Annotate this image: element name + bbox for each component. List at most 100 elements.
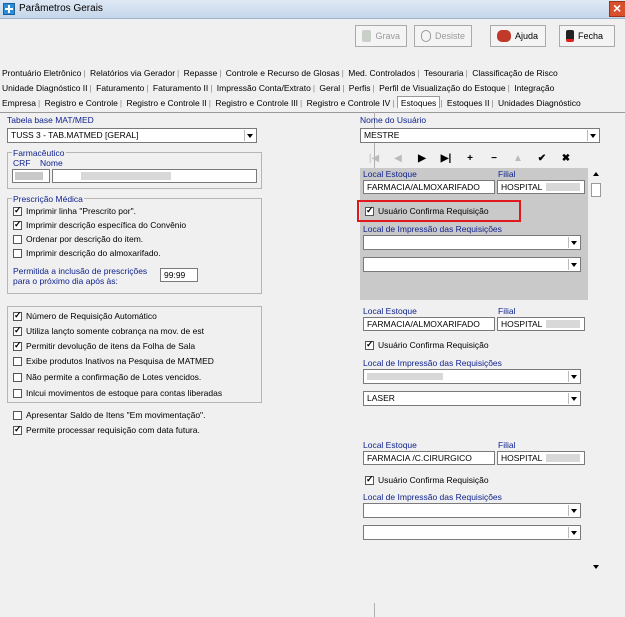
first-record-icon[interactable]: |◀	[362, 153, 386, 164]
ajuda-button[interactable]: Ajuda	[490, 25, 546, 47]
last-record-icon[interactable]: ▶|	[434, 153, 458, 164]
local-estoque-field[interactable]: FARMACIA /C.CIRURGICO	[363, 451, 495, 465]
filial-field[interactable]: HOSPITAL	[497, 317, 585, 331]
checkbox[interactable]	[13, 248, 22, 258]
chevron-down-icon[interactable]	[568, 237, 579, 248]
grava-button[interactable]: Grava	[355, 25, 407, 47]
tab-registro-controle[interactable]: Registro e Controle	[43, 96, 120, 108]
tab-perfil-estoque[interactable]: Perfil de Visualização do Estoque	[377, 81, 507, 93]
tab-perfis[interactable]: Perfis	[347, 81, 373, 93]
impressao-select-1[interactable]	[363, 235, 581, 250]
checkbox[interactable]	[365, 474, 374, 485]
filial-field[interactable]: HOSPITAL	[497, 180, 585, 194]
chk-imprimir-prescrito[interactable]: Imprimir linha "Prescrito por".	[13, 205, 136, 216]
chk-saldo-movimentacao[interactable]: Apresentar Saldo de Itens "Em movimentaç…	[13, 410, 205, 420]
chk-produtos-inativos[interactable]: Exibe produtos Inativos na Pesquisa de M…	[13, 356, 214, 366]
desiste-button[interactable]: Desiste	[414, 25, 472, 47]
impressao-select-2[interactable]	[363, 257, 581, 272]
local-estoque-field[interactable]: FARMACIA/ALMOXARIFADO	[363, 317, 495, 331]
checkbox[interactable]	[13, 310, 22, 321]
tab-faturamento-ii[interactable]: Faturamento II	[151, 81, 210, 93]
tab-unidade-diag-ii[interactable]: Unidade Diagnóstico II	[0, 81, 90, 93]
prescricao-title: Prescrição Médica	[12, 194, 84, 204]
chk-lotes-vencidos[interactable]: Não permite a confirmação de Lotes venci…	[13, 372, 201, 382]
insert-record-icon[interactable]: +	[458, 153, 482, 164]
chk-devolucao-folha[interactable]: Permitir devolução de itens da Folha de …	[13, 340, 195, 351]
chk-numero-requisicao[interactable]: Número de Requisição Automático	[13, 310, 157, 321]
checkbox[interactable]	[13, 356, 22, 366]
prior-record-icon[interactable]: ◀	[386, 153, 410, 164]
tab-estoques[interactable]: Estoques	[396, 96, 441, 108]
checkbox[interactable]	[13, 388, 22, 398]
chk-lancto-cobranca[interactable]: Utiliza lançto somente cobrança na mov. …	[13, 325, 204, 336]
edit-record-icon[interactable]: ▲	[506, 153, 530, 164]
checkbox[interactable]	[365, 339, 374, 350]
tab-glosas[interactable]: Controle e Recurso de Glosas	[224, 66, 342, 78]
scroll-down-icon[interactable]	[593, 565, 599, 569]
chevron-down-icon[interactable]	[568, 259, 579, 270]
tab-relatorios[interactable]: Relatórios via Gerador	[88, 66, 177, 78]
checkbox[interactable]	[13, 410, 22, 420]
next-record-icon[interactable]: ▶	[410, 153, 434, 164]
chevron-down-icon[interactable]	[568, 505, 579, 516]
chk-usuario-confirma[interactable]: Usuário Confirma Requisição	[365, 339, 489, 350]
impressao-select-1[interactable]	[363, 369, 581, 384]
record-2[interactable]: Local Estoque Filial FARMACIA/ALMOXARIFA…	[360, 306, 588, 436]
chevron-down-icon[interactable]	[587, 130, 598, 141]
tab-faturamento[interactable]: Faturamento	[94, 81, 146, 93]
tab-integracao[interactable]: Integração	[512, 81, 556, 93]
checkbox[interactable]	[13, 372, 22, 382]
tab-tesouraria[interactable]: Tesouraria	[422, 66, 466, 78]
crf-redacted	[15, 172, 43, 180]
local-estoque-field[interactable]: FARMACIA/ALMOXARIFADO	[363, 180, 495, 194]
tabela-base-select[interactable]: TUSS 3 - TAB.MATMED [GERAL]	[7, 128, 257, 143]
chk-imprimir-almoxarifado[interactable]: Imprimir descrição do almoxarifado.	[13, 248, 161, 258]
checkbox[interactable]	[13, 424, 22, 435]
impressao-select-2[interactable]: LASER	[363, 391, 581, 406]
chk-requisicao-data-futura[interactable]: Permite processar requisição com data fu…	[13, 424, 200, 435]
chk-ordenar-descricao[interactable]: Ordenar por descrição do item.	[13, 234, 143, 244]
tab-prontuario[interactable]: Prontuário Eletrônico	[0, 66, 83, 78]
scroll-up-icon[interactable]	[593, 172, 599, 176]
checkbox[interactable]	[13, 205, 22, 216]
chevron-down-icon[interactable]	[244, 130, 255, 141]
nome-field[interactable]	[52, 169, 257, 183]
checkbox[interactable]	[13, 219, 22, 230]
impressao-select-1[interactable]	[363, 503, 581, 518]
chk-usuario-confirma[interactable]: Usuário Confirma Requisição	[365, 474, 489, 485]
chevron-down-icon[interactable]	[568, 393, 579, 404]
close-window-button[interactable]	[609, 0, 625, 17]
tab-classificacao-risco[interactable]: Classificação de Risco	[470, 66, 560, 78]
filial-field[interactable]: HOSPITAL	[497, 451, 585, 465]
tab-med-controlados[interactable]: Med. Controlados	[346, 66, 417, 78]
record-3[interactable]: Local Estoque Filial FARMACIA /C.CIRURGI…	[360, 438, 588, 578]
tab-repasse[interactable]: Repasse	[182, 66, 220, 78]
tab-unidades-diagnostico[interactable]: Unidades Diagnóstico	[496, 96, 583, 108]
chevron-down-icon[interactable]	[568, 371, 579, 382]
chk-contas-liberadas[interactable]: Inlcui movimentos de estoque para contas…	[13, 388, 222, 398]
impressao-select-2[interactable]	[363, 525, 581, 540]
tab-registro-controle-ii[interactable]: Registro e Controle II	[124, 96, 208, 108]
scroll-thumb[interactable]	[591, 183, 601, 197]
chk-imprimir-convenio[interactable]: Imprimir descrição específica do Convêni…	[13, 219, 186, 230]
tab-registro-controle-iii[interactable]: Registro e Controle III	[213, 96, 300, 108]
tab-empresa[interactable]: Empresa	[0, 96, 38, 108]
delete-record-icon[interactable]: −	[482, 153, 506, 164]
tab-impressao-conta[interactable]: Impressão Conta/Extrato	[215, 81, 313, 93]
record-1[interactable]: Local Estoque Filial FARMACIA/ALMOXARIFA…	[360, 168, 588, 300]
chevron-down-icon[interactable]	[568, 527, 579, 538]
fecha-button[interactable]: Fecha	[559, 25, 615, 47]
cancel-record-icon[interactable]: ✖	[554, 153, 578, 164]
tab-estoques-ii[interactable]: Estoques II	[445, 96, 492, 108]
checkbox[interactable]	[13, 234, 22, 244]
checkbox[interactable]	[13, 340, 22, 351]
crf-field[interactable]	[12, 169, 50, 183]
local-impressao-label: Local de Impressão das Requisições	[363, 492, 502, 502]
tab-geral[interactable]: Geral	[317, 81, 342, 93]
records-scrollbar[interactable]	[590, 168, 602, 573]
permitida-hora-field[interactable]: 99:99	[160, 268, 198, 282]
nome-usuario-select[interactable]: MESTRE	[360, 128, 600, 143]
post-record-icon[interactable]: ✔	[530, 153, 554, 164]
tab-registro-controle-iv[interactable]: Registro e Controle IV	[305, 96, 393, 108]
checkbox[interactable]	[13, 325, 22, 336]
